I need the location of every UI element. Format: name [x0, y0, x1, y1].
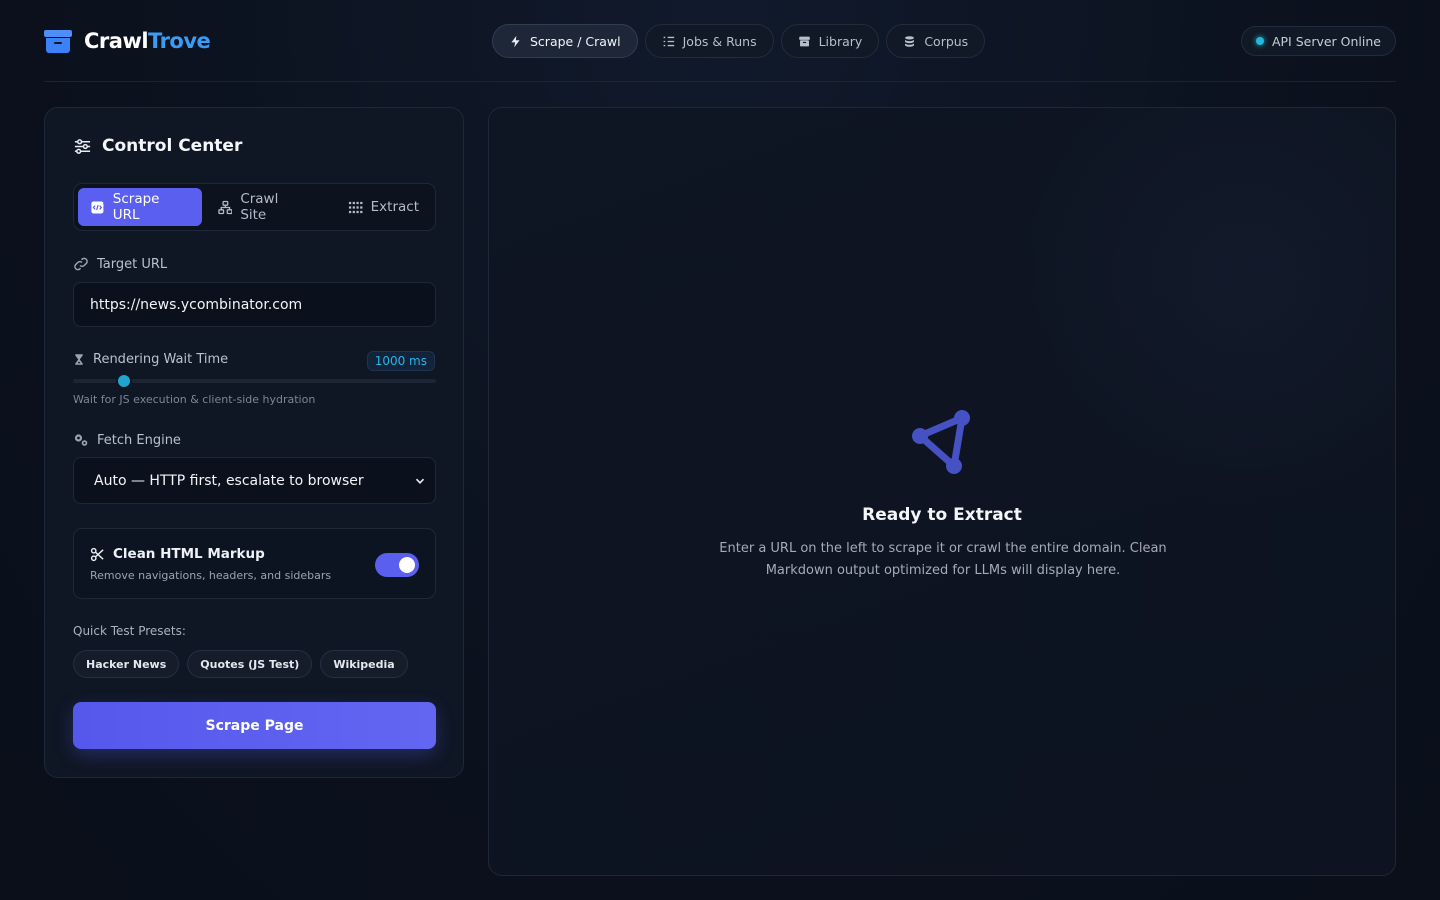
empty-state-title: Ready to Extract: [862, 505, 1022, 525]
fetch-engine-selected: Auto — HTTP first, escalate to browser: [94, 472, 364, 489]
tab-label: Extract: [370, 199, 419, 215]
tab-label: Scrape URL: [112, 191, 160, 223]
database-icon: [905, 35, 915, 47]
main-nav: Scrape / Crawl Jobs & Runs Library Corpu…: [492, 24, 986, 58]
nav-corpus[interactable]: Corpus: [886, 24, 986, 58]
gears-icon: [74, 434, 88, 446]
toggle-knob: [399, 557, 415, 573]
nav-scrape-crawl[interactable]: Scrape / Crawl: [492, 24, 638, 58]
output-panel: Ready to Extract Enter a URL on the left…: [488, 107, 1396, 876]
file-code-icon: [91, 200, 104, 214]
control-center-panel: Control Center Scrape URL Crawl Site Ext…: [44, 107, 464, 778]
nav-item-label: Library: [818, 33, 863, 49]
grid-icon: [348, 201, 363, 213]
fetch-engine-label: Fetch Engine: [73, 432, 181, 448]
server-status-label: API Server Online: [1271, 33, 1381, 49]
clean-html-title: Clean HTML Markup: [90, 546, 265, 562]
panel-title: Control Center: [73, 136, 242, 156]
link-icon: [74, 257, 88, 271]
tab-extract[interactable]: Extract: [336, 188, 431, 226]
nav-item-label: Scrape / Crawl: [530, 33, 621, 49]
list-icon: [663, 36, 674, 46]
sliders-icon: [74, 138, 91, 154]
preset-chips: Hacker News Quotes (JS Test) Wikipedia: [73, 650, 408, 678]
server-status-badge: API Server Online: [1240, 26, 1396, 56]
slider-thumb[interactable]: [115, 373, 132, 389]
archive-box-icon: [44, 28, 72, 54]
brand-name: CrawlTrove: [84, 28, 211, 53]
tab-scrape-url[interactable]: Scrape URL: [78, 188, 202, 226]
scissors-icon: [90, 547, 104, 561]
tab-label: Crawl Site: [240, 191, 279, 223]
wait-time-slider[interactable]: [73, 373, 436, 389]
scrape-page-button[interactable]: Scrape Page: [73, 702, 436, 749]
presets-label: Quick Test Presets:: [73, 624, 186, 638]
status-dot-icon: [1255, 37, 1264, 45]
wait-time-value-badge: 1000 ms: [366, 351, 435, 371]
mode-tabs: Scrape URL Crawl Site Extract: [73, 183, 436, 231]
clean-html-card: Clean HTML Markup Remove navigations, he…: [73, 528, 436, 599]
wait-time-label: Rendering Wait Time: [73, 352, 228, 367]
app-header: CrawlTrove Scrape / Crawl Jobs & Runs Li…: [44, 0, 1396, 82]
nav-item-label: Corpus: [924, 33, 969, 49]
send-triangle-icon: [912, 410, 970, 474]
nav-item-label: Jobs & Runs: [682, 33, 757, 49]
chevron-down-icon: [415, 478, 425, 484]
empty-state-description: Enter a URL on the left to scrape it or …: [719, 541, 1167, 578]
target-url-input[interactable]: [73, 282, 436, 327]
preset-quotes-js-test[interactable]: Quotes (JS Test): [187, 650, 313, 678]
nav-library[interactable]: Library: [780, 24, 880, 58]
panel-title-label: Control Center: [102, 136, 243, 156]
nav-jobs-runs[interactable]: Jobs & Runs: [644, 24, 774, 58]
brand-logo[interactable]: CrawlTrove: [44, 28, 211, 54]
wait-time-hint: Wait for JS execution & client-side hydr…: [73, 393, 316, 406]
preset-wikipedia[interactable]: Wikipedia: [320, 650, 408, 678]
hourglass-icon: [75, 354, 83, 365]
bolt-icon: [511, 35, 520, 47]
fetch-engine-select[interactable]: Auto — HTTP first, escalate to browser: [73, 457, 436, 504]
target-url-label: Target URL: [73, 256, 167, 272]
tab-crawl-site[interactable]: Crawl Site: [206, 188, 320, 226]
clean-html-toggle[interactable]: [375, 553, 419, 577]
sitemap-icon: [217, 200, 233, 214]
archive-icon: [798, 36, 810, 46]
clean-html-subtitle: Remove navigations, headers, and sidebar…: [90, 569, 332, 582]
preset-hacker-news[interactable]: Hacker News: [73, 650, 180, 678]
